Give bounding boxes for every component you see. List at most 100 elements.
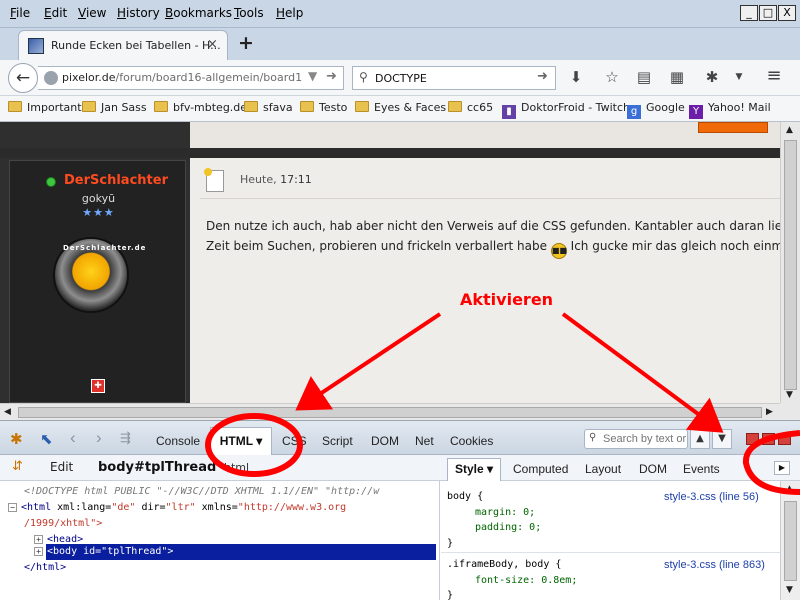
- avatar[interactable]: DerSchlachter.de: [53, 237, 145, 313]
- scrollbar-thumb[interactable]: [784, 501, 797, 581]
- html-edit-icon[interactable]: ⇵: [12, 459, 23, 474]
- expand-icon[interactable]: +: [34, 547, 43, 556]
- menu-bookmarks[interactable]: Bookmarks: [165, 6, 232, 20]
- bookmark-item[interactable]: Jan Sass: [82, 101, 147, 114]
- close-window-button[interactable]: X: [778, 5, 796, 21]
- vertical-scrollbar[interactable]: ▲ ▼: [780, 122, 800, 403]
- tab-computed[interactable]: Computed: [513, 462, 568, 476]
- search-input[interactable]: [375, 70, 525, 86]
- css-property[interactable]: padding: 0;: [475, 520, 541, 536]
- new-tab-button[interactable]: +: [238, 32, 254, 54]
- scroll-right-icon[interactable]: ▶: [766, 407, 773, 417]
- inspect-element-icon[interactable]: ⬉: [40, 430, 53, 448]
- tab-html[interactable]: HTML ▾: [210, 427, 272, 455]
- url-bar[interactable]: pixelor.de/forum/board16-allgemein/board…: [38, 66, 344, 90]
- tab-side-dom[interactable]: DOM: [639, 462, 667, 476]
- menu-tools[interactable]: Tools: [234, 6, 264, 20]
- browser-tab[interactable]: Runde Ecken bei Tabellen - H... ×: [18, 30, 228, 60]
- back-arrow-icon[interactable]: ‹: [70, 428, 76, 448]
- hamburger-menu-icon[interactable]: ≡: [764, 65, 784, 86]
- chevron-down-icon[interactable]: ▼: [729, 72, 749, 92]
- tab-events[interactable]: Events: [683, 462, 720, 476]
- bookmark-star-icon[interactable]: ☆: [602, 68, 622, 88]
- search-prev-icon[interactable]: ▲: [690, 429, 710, 449]
- breadcrumb-current[interactable]: body#tplThread: [98, 460, 216, 475]
- edit-button[interactable]: Edit: [50, 460, 73, 474]
- scroll-left-icon[interactable]: ◀: [4, 407, 11, 417]
- menu-history[interactable]: History: [117, 6, 160, 20]
- side-tabs-more-icon[interactable]: ▶: [774, 461, 790, 475]
- download-icon[interactable]: ⬇: [566, 68, 586, 88]
- minimize-button[interactable]: _: [740, 5, 758, 21]
- menu-file[interactable]: File: [10, 6, 30, 20]
- bookmark-item[interactable]: Important: [8, 101, 82, 114]
- scroll-down-icon[interactable]: ▼: [786, 390, 793, 400]
- css-property[interactable]: margin: 0;: [475, 505, 535, 521]
- search-bar[interactable]: ⚲ ➜: [352, 66, 556, 90]
- url-dropdown-icon[interactable]: ▼: [308, 69, 317, 83]
- tab-style[interactable]: Style ▾: [447, 458, 501, 481]
- reply-button[interactable]: [698, 122, 768, 133]
- menu-view[interactable]: View: [78, 6, 106, 20]
- collapse-icon[interactable]: −: [8, 503, 17, 512]
- post-separator-bar: [0, 148, 780, 158]
- css-source-link[interactable]: style-3.css (line 863): [664, 557, 765, 573]
- search-go-icon[interactable]: ➜: [537, 69, 548, 84]
- tab-css[interactable]: CSS: [282, 434, 307, 448]
- firebug-search[interactable]: ⚲: [584, 429, 688, 449]
- tab-close-icon[interactable]: ×: [207, 37, 218, 52]
- tab-net[interactable]: Net: [415, 434, 434, 448]
- scroll-up-icon[interactable]: ▲: [786, 484, 793, 494]
- bookmark-item[interactable]: cc65: [448, 101, 493, 114]
- breadcrumb-parent[interactable]: html: [224, 461, 249, 474]
- folder-icon: [448, 101, 462, 112]
- bookmark-item[interactable]: ▮ DoktorFroid - Twitch: [502, 101, 630, 119]
- forward-arrow-icon[interactable]: ›: [96, 428, 102, 448]
- css-property[interactable]: font-size: 0.8em;: [475, 573, 577, 589]
- panel-list-icon[interactable]: ⇶: [120, 430, 131, 446]
- css-source-link[interactable]: style-3.css (line 56): [664, 489, 759, 505]
- firebug-logo-icon[interactable]: ✱: [10, 430, 23, 448]
- firebug-close-icon[interactable]: [778, 433, 791, 445]
- menu-help[interactable]: Help: [276, 6, 303, 20]
- bookmarks-bar: Important Jan Sass bfv-mbteg.de sfava Te…: [0, 96, 800, 122]
- bookmark-item[interactable]: bfv-mbteg.de: [154, 101, 247, 114]
- scrollbar-thumb[interactable]: [784, 140, 797, 390]
- reload-icon[interactable]: ➜: [326, 69, 337, 84]
- url-text[interactable]: pixelor.de/forum/board16-allgemein/board…: [62, 71, 302, 84]
- tab-cookies[interactable]: Cookies: [450, 434, 493, 448]
- search-next-icon[interactable]: ▼: [712, 429, 732, 449]
- bookmark-item[interactable]: Eyes & Faces: [355, 101, 446, 114]
- menu-edit[interactable]: Edit: [44, 6, 67, 20]
- tab-dom[interactable]: DOM: [371, 434, 399, 448]
- scrollbar-thumb[interactable]: [18, 407, 762, 418]
- maximize-button[interactable]: □: [759, 5, 777, 21]
- css-selector[interactable]: body {: [447, 489, 483, 505]
- reading-list-icon[interactable]: ▤: [634, 68, 654, 88]
- bookmark-item[interactable]: sfava: [244, 101, 293, 114]
- bookmark-item[interactable]: Y Yahoo! Mail: [689, 101, 771, 119]
- firebug-search-input[interactable]: [603, 432, 687, 446]
- post-sidebar: DerSchlachter gokyū ★★★ DerSchlachter.de…: [0, 158, 190, 403]
- css-selector[interactable]: .iframeBody, body {: [447, 557, 561, 573]
- bookmark-item[interactable]: Testo: [300, 101, 347, 114]
- firebug-detach-icon[interactable]: [762, 433, 775, 445]
- back-button[interactable]: ←: [8, 63, 38, 93]
- tab-script[interactable]: Script: [322, 434, 353, 448]
- avatar-text: DerSchlachter.de: [63, 244, 147, 252]
- expand-icon[interactable]: +: [34, 535, 43, 544]
- tab-console[interactable]: Console: [156, 434, 200, 448]
- bookmark-item[interactable]: g Google: [627, 101, 685, 119]
- folder-icon: [244, 101, 258, 112]
- style-pane-scrollbar[interactable]: ▲ ▼: [780, 481, 800, 600]
- scroll-down-icon[interactable]: ▼: [786, 585, 793, 595]
- html-tag-line[interactable]: − <html xml:lang="de" dir="ltr" xmlns="ht…: [8, 500, 346, 516]
- body-tag-line[interactable]: + <body id="tplThread">: [34, 544, 173, 560]
- username-link[interactable]: DerSchlachter: [64, 173, 168, 188]
- horizontal-scrollbar[interactable]: ◀ ▶: [0, 403, 780, 420]
- firebug-icon[interactable]: ✱: [702, 68, 722, 88]
- grid-icon[interactable]: ▦: [667, 68, 687, 88]
- scroll-up-icon[interactable]: ▲: [786, 125, 793, 135]
- firebug-minimize-icon[interactable]: [746, 433, 759, 445]
- tab-layout[interactable]: Layout: [585, 462, 621, 476]
